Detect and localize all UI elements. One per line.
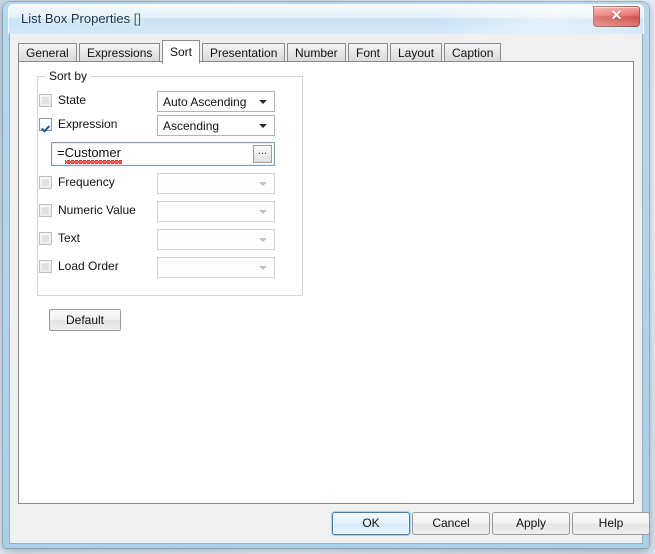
combo-load-order <box>157 257 275 278</box>
expression-row: =Customer ... <box>19 142 285 168</box>
tab-strip: General Expressions Sort Presentation Number… <box>18 40 634 64</box>
combo-text <box>157 229 275 250</box>
checkbox-text[interactable]: Text <box>39 231 80 245</box>
combo-numeric-value <box>157 201 275 222</box>
checkbox-label: Load Order <box>58 259 119 273</box>
dialog-footer: OK Cancel Apply Help <box>10 506 650 542</box>
chevron-down-icon <box>259 266 267 270</box>
tab-label: Presentation <box>210 46 278 60</box>
window-title-brackets: [] <box>133 11 141 26</box>
checkbox-numeric-value[interactable]: Numeric Value <box>39 203 136 217</box>
tab-layout[interactable]: Layout <box>390 43 443 62</box>
checkbox-icon[interactable] <box>39 203 52 217</box>
tab-sort[interactable]: Sort <box>162 40 201 64</box>
chevron-down-icon <box>259 210 267 214</box>
combo-value: Auto Ascending <box>163 95 247 109</box>
sort-row-text: Text <box>19 228 285 252</box>
tab-expressions[interactable]: Expressions <box>79 43 161 62</box>
close-icon: ✕ <box>610 9 623 24</box>
window-title: List Box Properties [] <box>21 11 141 26</box>
combo-state[interactable]: Auto Ascending <box>157 91 275 112</box>
tab-font[interactable]: Font <box>348 43 389 62</box>
expression-input-value: =Customer <box>57 145 121 160</box>
checkbox-frequency[interactable]: Frequency <box>39 175 115 189</box>
ok-button[interactable]: OK <box>332 512 410 535</box>
sort-row-state: State Auto Ascending <box>19 90 285 114</box>
checkbox-icon[interactable] <box>39 175 52 189</box>
checkbox-load-order[interactable]: Load Order <box>39 259 119 273</box>
tab-caption[interactable]: Caption <box>444 43 502 62</box>
checkbox-icon[interactable] <box>39 117 52 131</box>
cancel-button[interactable]: Cancel <box>412 512 490 535</box>
checkbox-expression[interactable]: Expression <box>39 117 117 131</box>
sort-row-numeric-value: Numeric Value <box>19 200 285 224</box>
help-button[interactable]: Help <box>572 512 650 535</box>
checkbox-state[interactable]: State <box>39 93 86 107</box>
dialog-client-area: General Expressions Sort Presentation Number… <box>9 34 650 544</box>
tab-general[interactable]: General <box>18 43 77 62</box>
checkbox-icon[interactable] <box>39 93 52 107</box>
checkbox-label: State <box>58 93 87 107</box>
chevron-down-icon <box>259 100 267 104</box>
apply-button[interactable]: Apply <box>492 512 570 535</box>
spellcheck-underline <box>65 160 122 164</box>
tab-label: Number <box>295 46 338 60</box>
combo-value: Ascending <box>163 119 220 133</box>
dialog-window: List Box Properties [] ✕ General Expressi… <box>3 2 650 548</box>
tab-presentation[interactable]: Presentation <box>202 43 286 62</box>
tab-label: Caption <box>452 46 494 60</box>
close-button[interactable]: ✕ <box>593 6 640 27</box>
checkbox-label: Frequency <box>58 175 115 189</box>
checkbox-icon[interactable] <box>39 259 52 273</box>
checkbox-label: Text <box>58 231 81 245</box>
checkbox-label: Expression <box>58 117 118 131</box>
sort-row-expression: Expression Ascending <box>19 114 285 138</box>
chevron-down-icon <box>259 124 267 128</box>
tab-label: General <box>26 46 69 60</box>
default-button[interactable]: Default <box>49 309 121 331</box>
chevron-down-icon <box>259 238 267 242</box>
combo-frequency <box>157 173 275 194</box>
sort-row-frequency: Frequency <box>19 172 285 196</box>
checkbox-label: Numeric Value <box>58 203 136 217</box>
window-title-text: List Box Properties <box>21 11 131 26</box>
sort-row-load-order: Load Order <box>19 256 285 280</box>
tab-label: Sort <box>170 45 193 59</box>
checkbox-icon[interactable] <box>39 231 52 245</box>
sort-by-legend: Sort by <box>45 69 92 83</box>
tab-label: Expressions <box>87 46 153 60</box>
title-bar[interactable]: List Box Properties [] ✕ <box>8 4 644 34</box>
tab-page-sort: Sort by State Auto Ascending Expression Asc… <box>18 61 634 504</box>
expression-editor-button[interactable]: ... <box>253 145 272 163</box>
tab-label: Layout <box>398 46 435 60</box>
combo-expression[interactable]: Ascending <box>157 115 275 136</box>
expression-input[interactable]: =Customer ... <box>51 142 275 166</box>
chevron-down-icon <box>259 182 267 186</box>
tab-number[interactable]: Number <box>287 43 346 62</box>
tab-label: Font <box>356 46 381 60</box>
